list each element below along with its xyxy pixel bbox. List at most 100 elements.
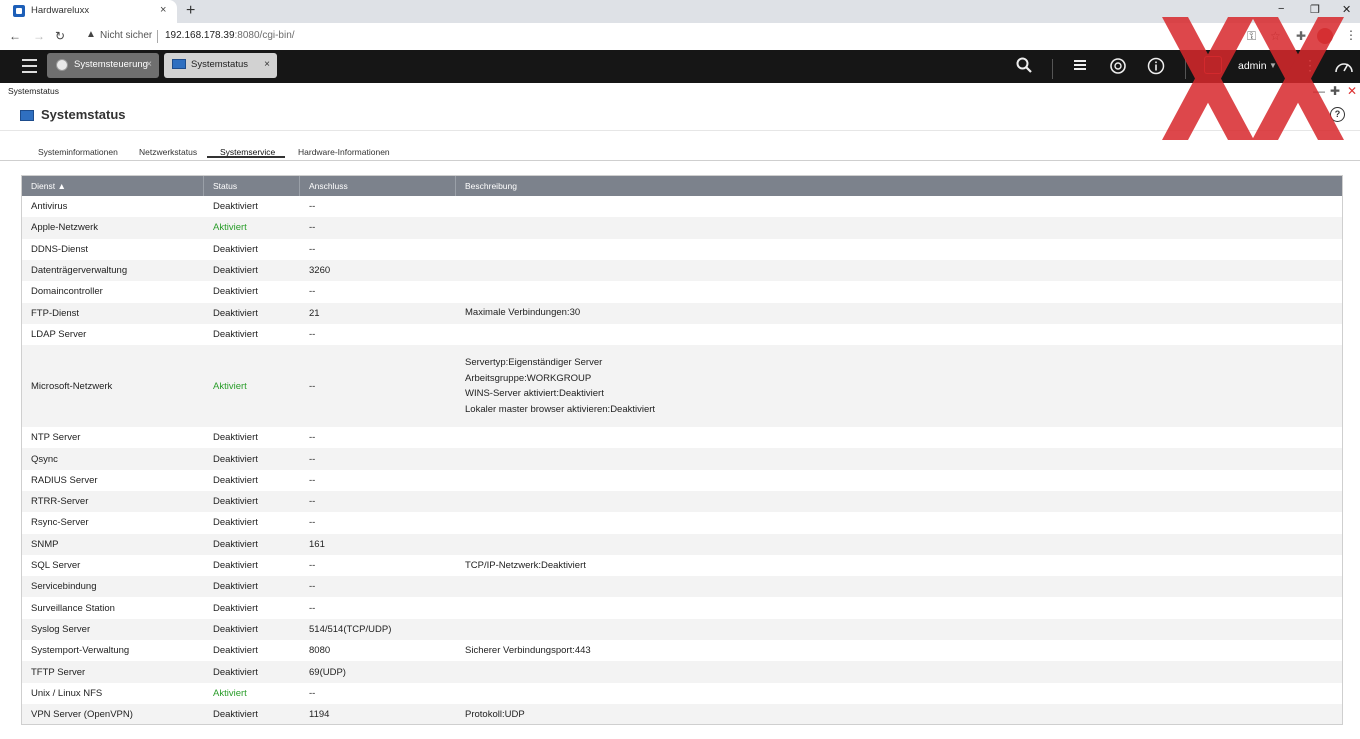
status-cell: Deaktiviert <box>213 709 258 721</box>
table-row[interactable]: NTP Server Deaktiviert -- <box>22 427 1342 448</box>
table-row[interactable]: Systemport-Verwaltung Deaktiviert 8080 Sich… <box>22 640 1342 661</box>
port-cell: -- <box>309 201 316 213</box>
new-tab-button[interactable]: + <box>186 2 195 20</box>
sync-icon[interactable] <box>1109 57 1127 79</box>
window-maximize-icon[interactable]: ✚ <box>1330 84 1340 98</box>
header-divider <box>0 130 1360 131</box>
tab-systemsteuerung[interactable]: Systemsteuerung × <box>47 53 159 78</box>
status-cell: Deaktiviert <box>213 496 258 508</box>
table-row[interactable]: Surveillance Station Deaktiviert -- <box>22 598 1342 619</box>
table-row[interactable]: SQL Server Deaktiviert -- TCP/IP-Netzwerk:D… <box>22 555 1342 576</box>
table-row[interactable]: Syslog Server Deaktiviert 514/514(TCP/UDP) <box>22 618 1342 641</box>
browser-tab-title: Hardwareluxx <box>31 5 90 16</box>
table-row[interactable]: Antivirus Deaktiviert -- <box>22 196 1342 217</box>
column-header-status[interactable]: Status <box>204 176 300 196</box>
service-name-cell: DDNS-Dienst <box>31 243 89 255</box>
back-icon[interactable]: ← <box>9 29 21 43</box>
monitor-icon <box>172 59 186 69</box>
service-name-cell: SNMP <box>31 538 59 550</box>
reload-icon[interactable]: ↻ <box>55 29 65 43</box>
description-line: Arbeitsgruppe:WORKGROUP <box>465 372 592 384</box>
tab-systemstatus[interactable]: Systemstatus × <box>164 53 277 78</box>
browser-menu-icon[interactable]: ⋮ <box>1345 28 1357 42</box>
description-line: Protokoll:UDP <box>465 708 525 720</box>
column-header-beschreibung[interactable]: Beschreibung <box>456 176 1342 196</box>
service-name-cell: FTP-Dienst <box>31 307 80 319</box>
tab-netzwerkstatus[interactable]: Netzwerkstatus <box>139 147 197 157</box>
restore-button[interactable]: ❐ <box>1310 3 1320 16</box>
port-cell: 161 <box>309 538 325 550</box>
tasks-icon[interactable] <box>1072 57 1088 77</box>
close-tab-icon[interactable]: × <box>264 59 270 70</box>
table-row[interactable]: Microsoft-Netzwerk Aktiviert -- Servertyp:E… <box>22 345 1342 428</box>
table-row[interactable]: LDAP Server Deaktiviert -- <box>22 324 1342 345</box>
description-cell <box>456 512 1342 533</box>
extension-icon[interactable]: ✚ <box>1296 29 1306 43</box>
address-bar[interactable]: ▲ Nicht sicher 192.168.178.39:8080/cgi-b… <box>78 26 1258 47</box>
description-line: Maximale Verbindungen:30 <box>465 307 581 319</box>
description-cell <box>456 470 1342 491</box>
window-minimize-icon[interactable]: — <box>1313 84 1325 98</box>
more-options-icon[interactable]: ⋮ <box>1303 57 1317 74</box>
table-row[interactable]: TFTP Server Deaktiviert 69(UDP) <box>22 661 1342 683</box>
forward-icon[interactable]: → <box>33 29 45 43</box>
description-cell: Protokoll:UDP <box>456 704 1342 724</box>
table-row[interactable]: RTRR-Server Deaktiviert -- <box>22 491 1342 513</box>
tab-label: Systemsteuerung <box>74 59 148 70</box>
close-tab-icon[interactable]: × <box>146 59 152 70</box>
table-row[interactable]: VPN Server (OpenVPN) Deaktiviert 1194 Proto… <box>22 704 1342 724</box>
status-cell: Deaktiviert <box>213 432 258 444</box>
description-cell <box>456 260 1342 281</box>
chevron-down-icon[interactable]: ▼ <box>1269 61 1277 70</box>
table-row[interactable]: DDNS-Dienst Deaktiviert -- <box>22 239 1342 260</box>
service-name-cell: Domaincontroller <box>31 286 103 298</box>
table-row[interactable]: RADIUS Server Deaktiviert -- <box>22 470 1342 491</box>
window-close-icon[interactable]: ✕ <box>1347 84 1357 98</box>
table-row[interactable]: Servicebindung Deaktiviert -- <box>22 576 1342 598</box>
table-row[interactable]: Domaincontroller Deaktiviert -- <box>22 281 1342 302</box>
user-name[interactable]: admin <box>1238 60 1267 72</box>
key-icon[interactable]: ⚿ <box>1247 29 1256 44</box>
service-name-cell: Microsoft-Netzwerk <box>31 380 113 392</box>
search-icon[interactable] <box>1016 57 1032 77</box>
help-icon[interactable]: ? <box>1330 107 1345 122</box>
profile-avatar[interactable] <box>1317 28 1333 44</box>
tab-hardware-informationen[interactable]: Hardware-Informationen <box>298 147 390 157</box>
table-row[interactable]: Datenträgerverwaltung Deaktiviert 3260 <box>22 259 1342 282</box>
table-row[interactable]: FTP-Dienst Deaktiviert 21 Maximale Verbindu… <box>22 302 1342 324</box>
info-icon[interactable] <box>1147 57 1165 79</box>
dashboard-icon[interactable] <box>1334 58 1354 78</box>
page-title: Systemstatus <box>41 107 126 122</box>
port-cell: -- <box>309 286 316 298</box>
main-menu-icon[interactable] <box>22 59 37 73</box>
tab-label: Systemstatus <box>191 59 249 70</box>
description-cell: TCP/IP-Netzwerk:Deaktiviert <box>456 555 1342 576</box>
column-header-anschluss[interactable]: Anschluss <box>300 176 456 196</box>
table-row[interactable]: SNMP Deaktiviert 161 <box>22 533 1342 555</box>
minimize-button[interactable]: − <box>1278 3 1284 15</box>
table-row[interactable]: Qsync Deaktiviert -- <box>22 448 1342 470</box>
star-icon[interactable]: ☆ <box>1270 29 1281 43</box>
table-row[interactable]: Apple-Netzwerk Aktiviert -- <box>22 217 1342 239</box>
port-cell: 21 <box>309 307 320 319</box>
status-cell: Deaktiviert <box>213 623 258 635</box>
port-cell: -- <box>309 560 316 572</box>
status-cell: Deaktiviert <box>213 645 258 657</box>
service-name-cell: Servicebindung <box>31 581 97 593</box>
browser-tab[interactable]: Hardwareluxx × <box>0 0 177 23</box>
browser-tab-close-icon[interactable]: × <box>160 4 166 16</box>
status-cell: Deaktiviert <box>213 243 258 255</box>
column-header-dienst[interactable]: Dienst ▲ <box>22 176 204 196</box>
table-row[interactable]: Unix / Linux NFS Aktiviert -- <box>22 683 1342 704</box>
url-text[interactable]: 192.168.178.39:8080/cgi-bin/ <box>165 30 295 41</box>
port-cell: -- <box>309 432 316 444</box>
service-name-cell: TFTP Server <box>31 666 86 678</box>
port-cell: 514/514(TCP/UDP) <box>309 623 392 635</box>
close-window-button[interactable]: ✕ <box>1342 3 1351 16</box>
table-row[interactable]: Rsync-Server Deaktiviert -- <box>22 512 1342 533</box>
tab-systeminformationen[interactable]: Systeminformationen <box>38 147 118 157</box>
status-cell: Deaktiviert <box>213 265 258 277</box>
description-cell <box>456 576 1342 597</box>
service-name-cell: Unix / Linux NFS <box>31 687 103 699</box>
user-avatar-icon[interactable] <box>1204 56 1222 74</box>
